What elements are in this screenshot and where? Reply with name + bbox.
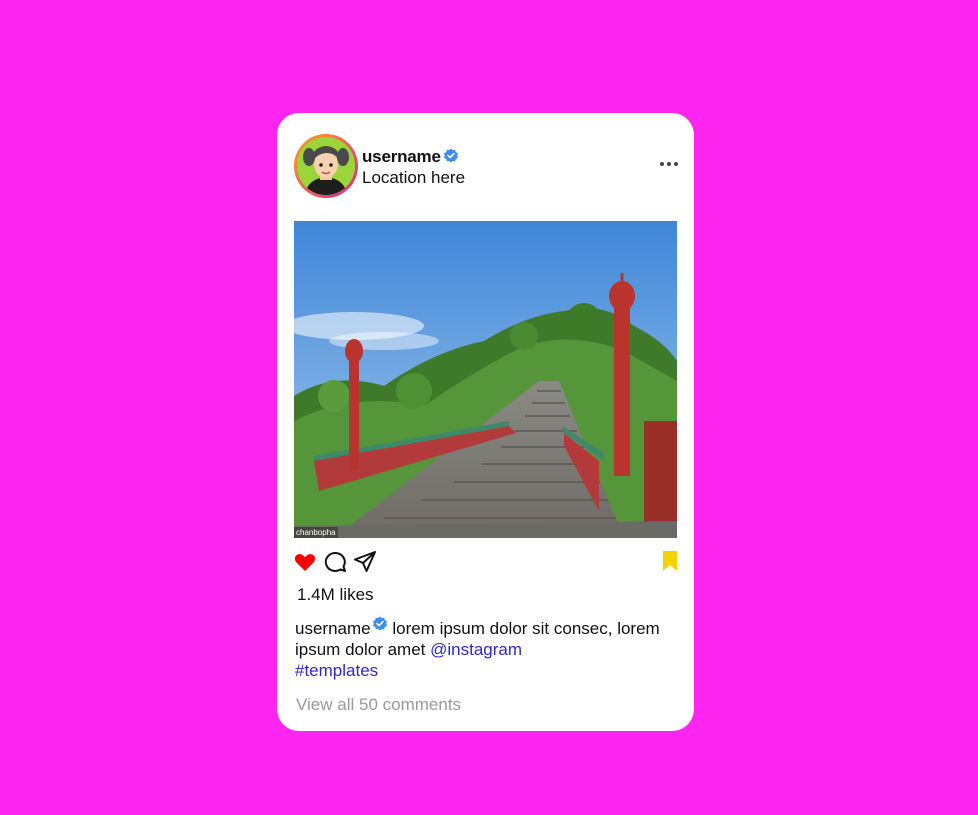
caption-hashtag[interactable]: #templates	[295, 661, 378, 680]
photo-credit: chanbopha	[294, 527, 338, 538]
verified-badge-icon	[372, 616, 387, 631]
heart-icon[interactable]	[293, 550, 317, 574]
post-caption: username lorem ipsum dolor sit consec, l…	[295, 616, 675, 681]
username-text[interactable]: username	[362, 147, 441, 166]
more-horizontal-icon[interactable]	[659, 157, 679, 171]
bookmark-icon[interactable]	[658, 549, 682, 573]
avatar-image	[297, 137, 355, 195]
likes-count[interactable]: 1.4M likes	[297, 585, 374, 605]
post-photo[interactable]: chanbopha	[294, 221, 677, 538]
post-card: username Location here chanbopha 1.4M li…	[277, 113, 694, 731]
caption-username[interactable]: username	[295, 619, 371, 638]
comment-icon[interactable]	[323, 550, 347, 574]
caption-mention[interactable]: @instagram	[430, 640, 522, 659]
avatar[interactable]	[294, 134, 358, 198]
post-location[interactable]: Location here	[362, 168, 465, 188]
send-icon[interactable]	[353, 550, 377, 574]
post-username[interactable]: username	[362, 147, 459, 167]
photo-illustration	[294, 221, 677, 538]
view-comments-link[interactable]: View all 50 comments	[296, 695, 461, 715]
verified-badge-icon	[443, 148, 458, 163]
